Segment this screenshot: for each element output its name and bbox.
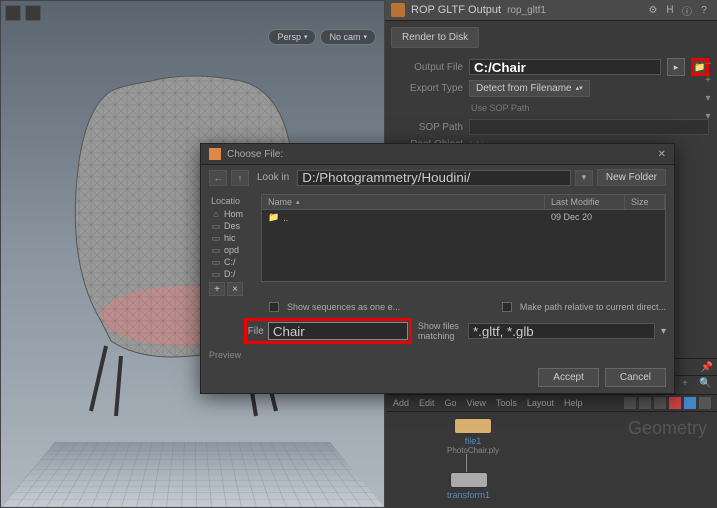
chevron-down-icon[interactable]: ▾ [701,91,715,105]
node-file1[interactable]: file1 PhotoChair.ply [447,418,499,455]
toolbar-icon[interactable] [669,397,681,409]
path-dropdown-icon[interactable]: ▾ [575,170,593,186]
show-sequences-checkbox[interactable] [269,302,279,312]
up-button[interactable]: ↑ [231,170,249,186]
locations-header: Locatio [209,194,257,208]
size-column-header[interactable]: Size [625,195,665,209]
date-column-header[interactable]: Last Modifie [545,195,625,209]
network-canvas[interactable]: Geometry file1 PhotoChair.ply transform1 [387,412,717,507]
use-sop-label: Use SOP Path [469,101,531,115]
location-item[interactable]: ▭D:/ [209,268,257,280]
show-sequences-label: Show sequences as one e... [287,302,400,312]
matching-label: Show files matching [418,321,462,341]
viewport-tool-icon[interactable] [25,5,41,21]
link-icon[interactable]: ᕼ [663,3,677,17]
remove-location-button[interactable]: × [227,282,243,296]
drive-icon: ▭ [211,269,221,279]
panel-header: ROP GLTF Output rop_gltf1 ⚙ ᕼ ⓘ ? [385,0,717,21]
file-list[interactable]: Name▴ Last Modifie Size 📁 .. 09 Dec 20 [261,194,666,282]
gear-icon[interactable]: ⚙ [646,3,660,17]
menu-go[interactable]: Go [445,398,457,408]
path-input[interactable] [297,170,571,186]
filter-input[interactable] [468,323,655,339]
location-item[interactable]: ▭Des [209,220,257,232]
menu-help[interactable]: Help [564,398,583,408]
info-icon[interactable]: ⓘ [680,3,694,17]
persp-dropdown[interactable]: Persp [268,29,316,45]
filename-input[interactable] [268,322,408,340]
viewport-tool-icon[interactable] [5,5,21,21]
panel-title: ROP GLTF Output [411,4,501,16]
location-item[interactable]: ▭C:/ [209,256,257,268]
render-button[interactable]: Render to Disk [391,27,479,48]
name-column-header[interactable]: Name▴ [262,195,545,209]
accept-button[interactable]: Accept [538,368,599,387]
chevron-down-icon[interactable]: ▾ [701,109,715,123]
toolbar-icon[interactable] [699,397,711,409]
location-item[interactable]: ⌂Hom [209,208,257,220]
locations-sidebar: Locatio ⌂Hom ▭Des ▭hic ▭opd ▭C:/ ▭D:/ + … [209,194,257,296]
relative-path-label: Make path relative to current direct... [520,302,666,312]
back-button[interactable]: ← [209,170,227,186]
close-icon[interactable]: ✕ [658,149,666,160]
toolbar-icon[interactable] [624,397,636,409]
filter-dropdown-icon[interactable]: ▾ [661,326,666,337]
help-icon[interactable]: ? [697,3,711,17]
dialog-icon [209,148,221,160]
toolbar-icon[interactable] [684,397,696,409]
desktop-icon: ▭ [211,221,221,231]
folder-icon: ▭ [211,233,221,243]
browse-arrow-icon[interactable]: ▸ [667,58,685,76]
add-location-button[interactable]: + [209,282,225,296]
drive-icon: ▭ [211,257,221,267]
output-file-label: Output File [393,62,463,73]
toolbar-icon[interactable] [654,397,666,409]
new-folder-button[interactable]: New Folder [597,169,666,186]
pin-icon[interactable]: 📌 [701,362,713,373]
relative-path-checkbox[interactable] [502,302,512,312]
plus-icon[interactable]: + [701,73,715,87]
preview-label: Preview [201,348,674,362]
viewport-grid [1,442,384,507]
file-label: File [248,326,264,337]
export-type-dropdown[interactable]: Detect from Filename▴▾ [469,80,590,97]
node-name: rop_gltf1 [507,5,546,16]
folder-up-icon: 📁 [268,212,279,223]
menu-layout[interactable]: Layout [527,398,554,408]
location-item[interactable]: ▭hic [209,232,257,244]
cancel-button[interactable]: Cancel [605,368,666,387]
home-icon: ⌂ [211,209,221,219]
viewport-toolbar [5,5,41,21]
arrow-right-icon[interactable]: → [701,55,715,69]
node-type-icon [391,3,405,17]
menu-add[interactable]: Add [393,398,409,408]
location-item[interactable]: ▭opd [209,244,257,256]
menu-edit[interactable]: Edit [419,398,435,408]
folder-icon: ▭ [211,245,221,255]
file-chooser-dialog: Choose File: ✕ ← ↑ Look in ▾ New Folder … [200,143,675,394]
sop-path-input[interactable] [469,119,709,135]
plus-icon[interactable]: + [682,378,696,392]
sop-path-label: SOP Path [393,122,463,133]
context-watermark: Geometry [628,418,707,439]
toolbar-icon[interactable] [639,397,651,409]
output-file-input[interactable] [469,59,661,75]
camera-dropdown[interactable]: No cam [320,29,376,45]
lookin-label: Look in [257,172,289,183]
file-row[interactable]: 📁 .. 09 Dec 20 [262,210,665,225]
export-type-label: Export Type [393,83,463,94]
menu-tools[interactable]: Tools [496,398,517,408]
search-icon[interactable]: 🔍 [699,378,713,392]
node-wire [466,454,467,472]
dialog-title-text: Choose File: [227,149,283,160]
menu-view[interactable]: View [467,398,486,408]
node-transform1[interactable]: transform1 [447,472,490,500]
